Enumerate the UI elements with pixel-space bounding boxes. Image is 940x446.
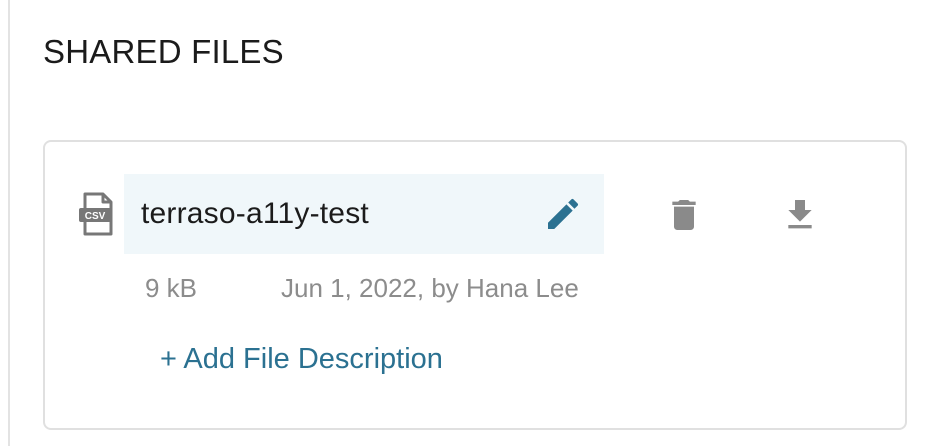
csv-file-icon: CSV <box>78 192 118 236</box>
add-file-description-link[interactable]: + Add File Description <box>160 340 443 378</box>
pencil-icon <box>548 198 579 229</box>
file-size: 9 kB <box>145 273 198 303</box>
file-name: terraso-a11y-test <box>141 197 369 230</box>
file-upload-info: Jun 1, 2022, by Hana Lee <box>281 273 579 303</box>
trash-icon <box>672 200 696 230</box>
left-divider <box>8 0 10 446</box>
section-title: SHARED FILES <box>43 33 284 70</box>
delete-file-button[interactable] <box>664 193 704 237</box>
edit-file-name-button[interactable] <box>542 193 584 235</box>
download-file-button[interactable] <box>780 193 820 237</box>
download-icon <box>788 200 812 229</box>
csv-badge-label: CSV <box>85 211 106 222</box>
